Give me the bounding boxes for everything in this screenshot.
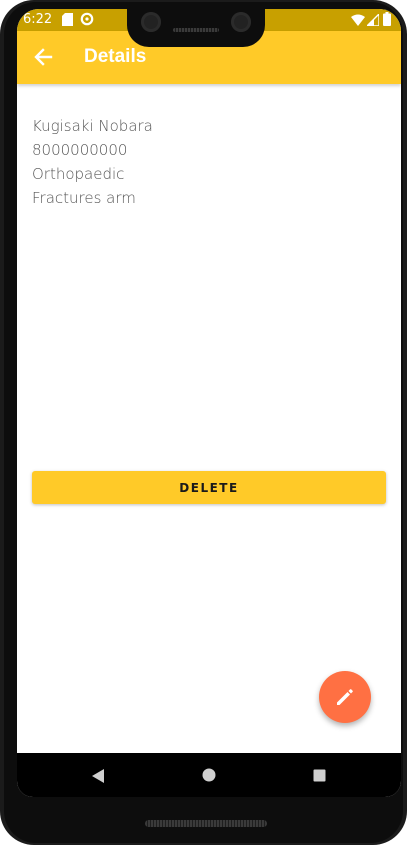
back-triangle-icon — [92, 769, 104, 783]
patient-department: Orthopaedic — [32, 165, 125, 183]
screen: 6:22 Details Kugisaki Nobara 8000000000 … — [17, 9, 401, 797]
front-sensor-icon — [231, 12, 251, 32]
nav-recents-button[interactable] — [313, 769, 326, 787]
camera-notch — [127, 2, 265, 47]
signal-icon — [365, 12, 380, 31]
status-time: 6:22 — [23, 12, 53, 27]
recents-square-icon — [313, 769, 326, 782]
pencil-icon — [337, 689, 353, 705]
bottom-speaker — [145, 820, 267, 827]
arrow-back-icon — [34, 48, 53, 66]
battery-icon — [383, 12, 391, 31]
data-saver-icon — [80, 12, 94, 31]
page-title: Details — [84, 46, 147, 67]
phone-bezel: 6:22 Details Kugisaki Nobara 8000000000 … — [4, 2, 403, 843]
wifi-icon — [351, 13, 365, 31]
patient-name: Kugisaki Nobara — [32, 117, 153, 135]
patient-condition: Fractures arm — [32, 189, 136, 207]
details-content: Kugisaki Nobara 8000000000 Orthopaedic F… — [32, 114, 153, 210]
nav-home-button[interactable] — [202, 768, 216, 787]
sd-card-icon — [62, 13, 73, 31]
delete-button[interactable]: DELETE — [32, 471, 386, 504]
nav-back-button[interactable] — [91, 768, 105, 789]
back-button[interactable] — [27, 41, 59, 73]
home-circle-icon — [202, 768, 216, 782]
front-camera-icon — [141, 12, 161, 32]
edit-fab[interactable] — [319, 671, 371, 723]
phone-frame: 6:22 Details Kugisaki Nobara 8000000000 … — [0, 0, 407, 845]
earpiece-speaker — [173, 28, 219, 32]
patient-phone: 8000000000 — [32, 141, 128, 159]
system-nav-bar — [17, 753, 401, 797]
